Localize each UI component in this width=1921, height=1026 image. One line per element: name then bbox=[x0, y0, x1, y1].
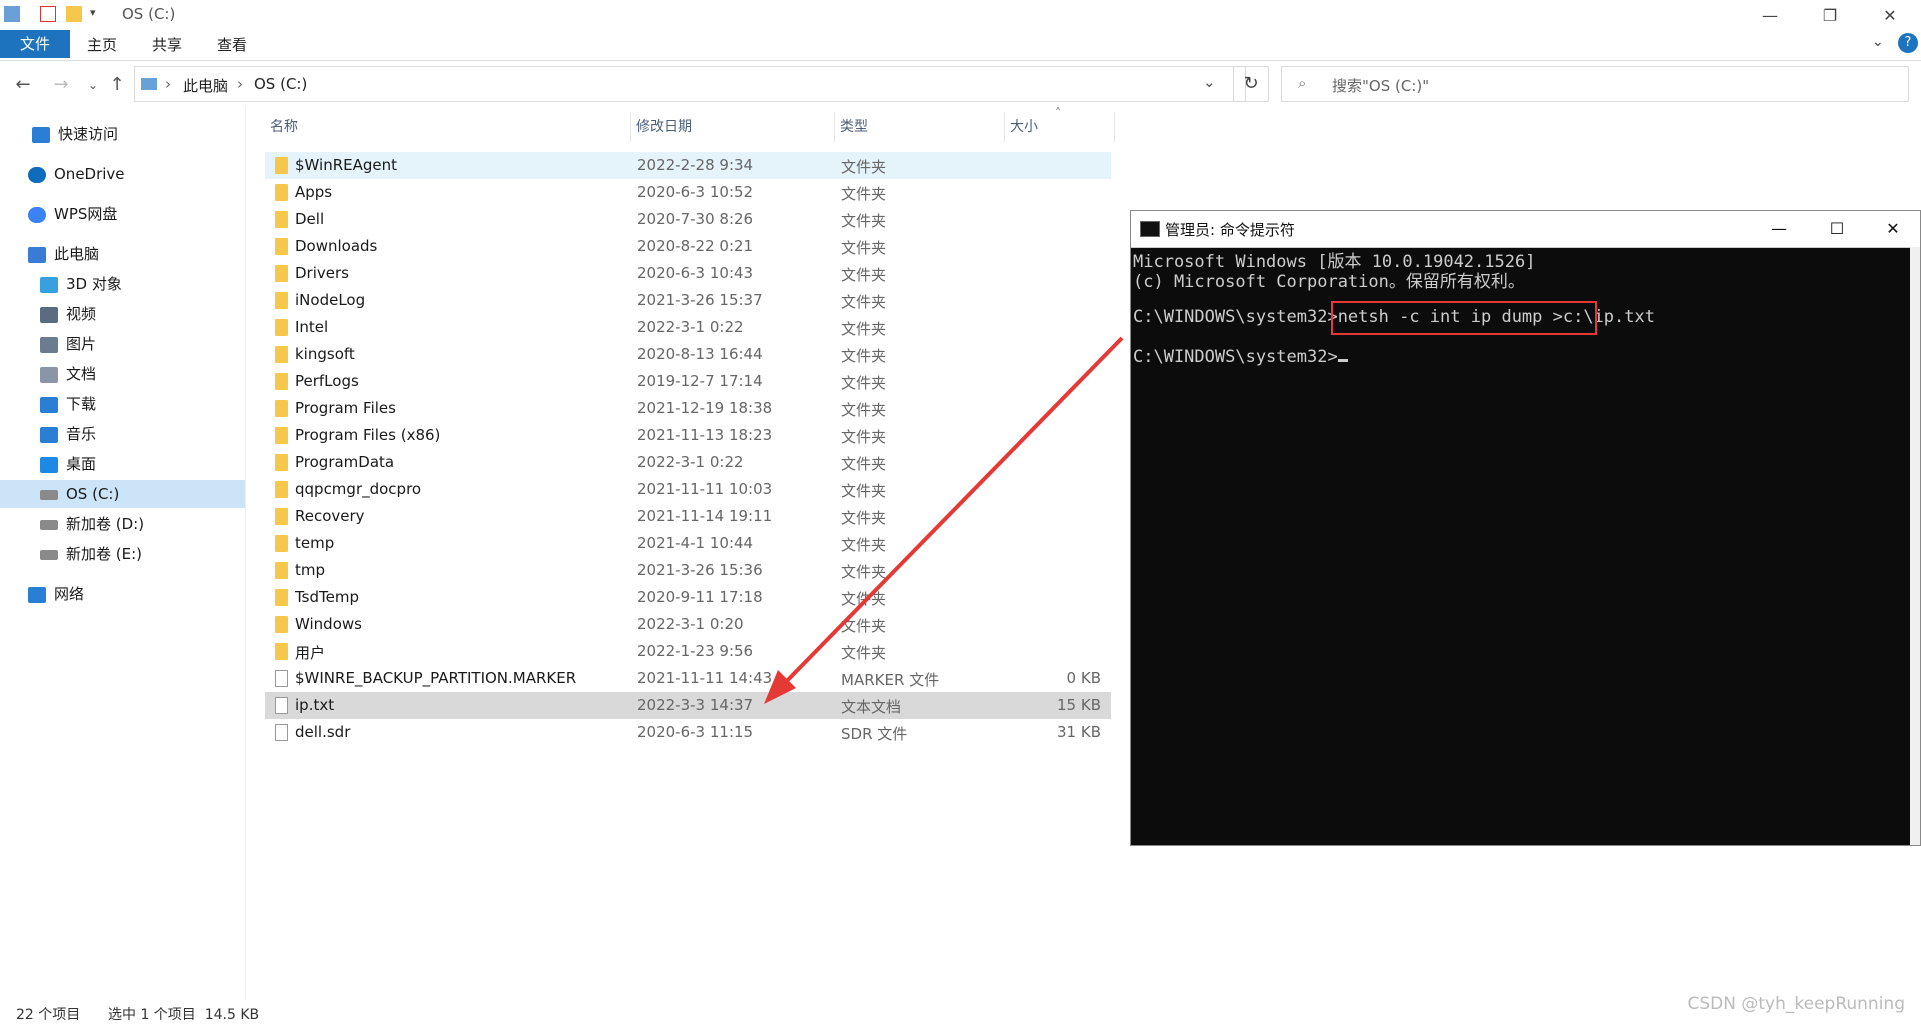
watermark: CSDN @tyh_keepRunning bbox=[1687, 994, 1905, 1014]
annotation-arrow bbox=[764, 336, 1124, 704]
arrow-shaft bbox=[778, 336, 1124, 690]
